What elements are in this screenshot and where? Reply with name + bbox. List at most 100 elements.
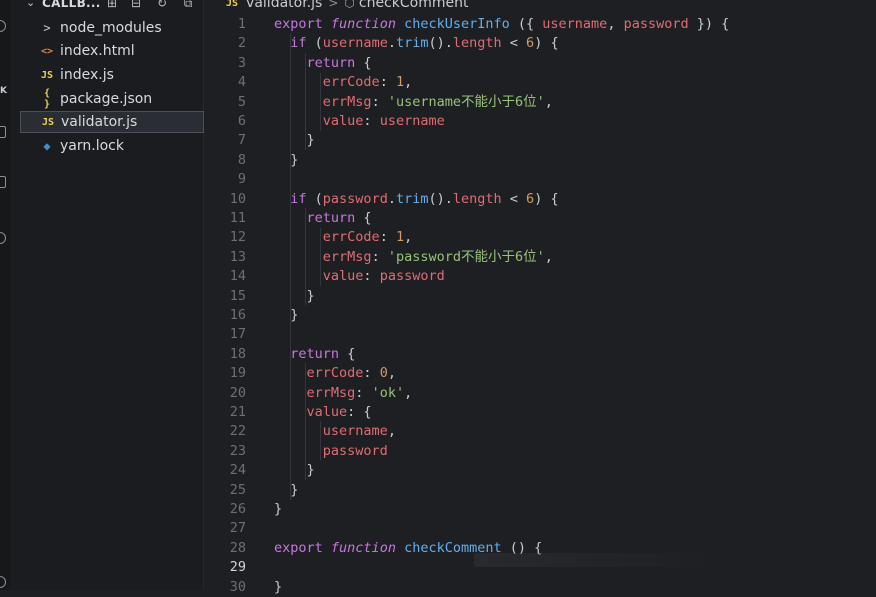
line-number: 21 [229, 404, 246, 420]
collapse-all-icon[interactable]: ⧉ [182, 0, 194, 9]
line-number: 16 [229, 307, 246, 323]
file-tree-item[interactable]: { } package.json [20, 88, 204, 110]
code-line[interactable]: 30} [204, 578, 876, 597]
code-text[interactable]: return { [274, 54, 372, 73]
code-text[interactable]: } [274, 151, 298, 170]
code-text[interactable]: } [274, 481, 298, 500]
code-text[interactable]: errCode: 1, [274, 73, 412, 92]
code-text[interactable]: errMsg: 'username不能小于6位', [274, 93, 553, 112]
code-editor[interactable]: 1 export function checkUserInfo ({ userna… [204, 0, 876, 595]
refresh-icon[interactable]: ↻ [156, 0, 168, 9]
code-line[interactable]: 1 export function checkUserInfo ({ userna… [204, 15, 876, 34]
new-folder-icon[interactable]: ⊟ [130, 0, 142, 9]
code-text[interactable]: } [274, 131, 315, 150]
indent-guide [290, 34, 291, 500]
explorer-sidebar: ⌄ CALLB... ⊞ ⊟ ↻ ⧉ > node_modules <> index.… [10, 0, 204, 590]
breadcrumb-separator: > [328, 0, 339, 10]
code-line[interactable]: 9 [204, 170, 876, 189]
code-line[interactable]: 8 } [204, 151, 876, 170]
code-line[interactable]: 16 } [204, 306, 876, 325]
indent-guide [320, 228, 321, 286]
line-number: 15 [229, 287, 246, 304]
file-tree-item-label: validator.js [61, 114, 138, 130]
code-text[interactable]: errMsg: 'ok', [274, 384, 413, 403]
breadcrumb-symbol[interactable]: checkComment [359, 0, 469, 11]
function-symbol-icon: ⬡ [344, 0, 355, 10]
indent-guide [305, 53, 306, 150]
explorer-header: ⌄ CALLB... ⊞ ⊟ ↻ ⧉ [10, 0, 203, 14]
file-tree-item[interactable]: > node_modules [20, 17, 204, 39]
indent-guide [305, 208, 306, 305]
line-number: 8 [237, 151, 246, 168]
code-line[interactable]: 10 if (password.trim().length < 6) { [204, 190, 876, 209]
line-number: 11 [229, 210, 246, 226]
code-text[interactable]: username, [274, 422, 396, 441]
code-text[interactable]: } [274, 287, 315, 306]
indent-guide [320, 421, 321, 460]
breadcrumb-file[interactable]: validator.js [246, 0, 322, 11]
line-number: 22 [229, 423, 246, 440]
explorer-title: CALLB... [42, 0, 101, 10]
chevron-right-icon: > [43, 21, 51, 35]
inline-suggestion-hint [474, 553, 714, 567]
file-tree-item-label: node_modules [60, 20, 162, 36]
js-file-icon: JS [41, 116, 55, 128]
line-number: 13 [229, 248, 246, 265]
file-tree-item[interactable]: JS validator.js [20, 111, 204, 133]
code-text[interactable]: return { [274, 209, 372, 228]
code-line[interactable]: 2 if (username.trim().length < 6) { [204, 34, 876, 53]
yarn-file-icon: ◆ [43, 139, 51, 153]
line-number: 27 [229, 520, 246, 537]
activity-badge-letter: K [0, 86, 7, 96]
run-debug-icon[interactable] [0, 126, 6, 138]
line-number: 25 [229, 481, 246, 498]
remote-icon[interactable] [0, 232, 6, 244]
code-text[interactable]: errCode: 0, [274, 364, 396, 383]
code-line[interactable]: 25 } [204, 481, 876, 500]
code-text[interactable]: if (password.trim().length < 6) { [274, 190, 558, 209]
code-line[interactable]: 26} [204, 500, 876, 519]
code-text[interactable]: export function checkUserInfo ({ usernam… [274, 15, 729, 34]
line-number: 9 [237, 171, 246, 188]
line-number: 10 [229, 190, 246, 207]
code-text[interactable]: value: username [274, 112, 445, 131]
line-number: 19 [229, 365, 246, 382]
breadcrumb: JS validator.js > ⬡ checkComment [204, 0, 876, 11]
file-tree-item[interactable]: <> index.html [20, 40, 204, 62]
line-number: 26 [229, 501, 246, 517]
code-text[interactable]: value: { [274, 403, 372, 422]
code-text[interactable]: errMsg: 'password不能小于6位', [274, 248, 553, 267]
code-line[interactable]: 27 [204, 519, 876, 538]
file-tree-item-label: package.json [60, 91, 153, 107]
chevron-down-icon[interactable]: ⌄ [26, 0, 35, 9]
code-text[interactable]: } [274, 500, 282, 519]
file-tree-item-label: yarn.lock [60, 138, 124, 154]
search-icon[interactable] [0, 20, 6, 32]
code-text[interactable]: } [274, 461, 315, 480]
line-number: 6 [237, 113, 246, 129]
file-tree-item-label: index.html [60, 43, 135, 59]
new-file-icon[interactable]: ⊞ [106, 0, 118, 9]
code-text[interactable]: } [274, 306, 298, 325]
code-text[interactable]: if (username.trim().length < 6) { [274, 34, 558, 53]
code-text[interactable]: } [274, 578, 282, 597]
extensions-icon[interactable] [0, 176, 6, 188]
file-tree-item-label: index.js [60, 67, 114, 83]
line-number: 2 [237, 35, 246, 52]
code-text[interactable]: value: password [274, 267, 445, 286]
line-number: 3 [237, 54, 246, 71]
line-number: 17 [229, 326, 246, 343]
file-tree-item[interactable]: JS index.js [20, 64, 204, 86]
activity-bar: K [0, 0, 10, 590]
account-icon[interactable] [0, 576, 6, 588]
code-text[interactable]: password [274, 442, 388, 461]
json-file-icon: { } [43, 88, 51, 110]
code-text[interactable]: return { [274, 345, 355, 364]
code-line[interactable]: 18 return { [204, 345, 876, 364]
line-number: 28 [229, 539, 246, 556]
file-tree-item[interactable]: ◆ yarn.lock [20, 135, 204, 157]
js-file-icon: JS [226, 0, 239, 9]
line-number: 30 [229, 578, 246, 595]
code-text[interactable]: errCode: 1, [274, 228, 412, 247]
code-line[interactable]: 17 [204, 325, 876, 344]
